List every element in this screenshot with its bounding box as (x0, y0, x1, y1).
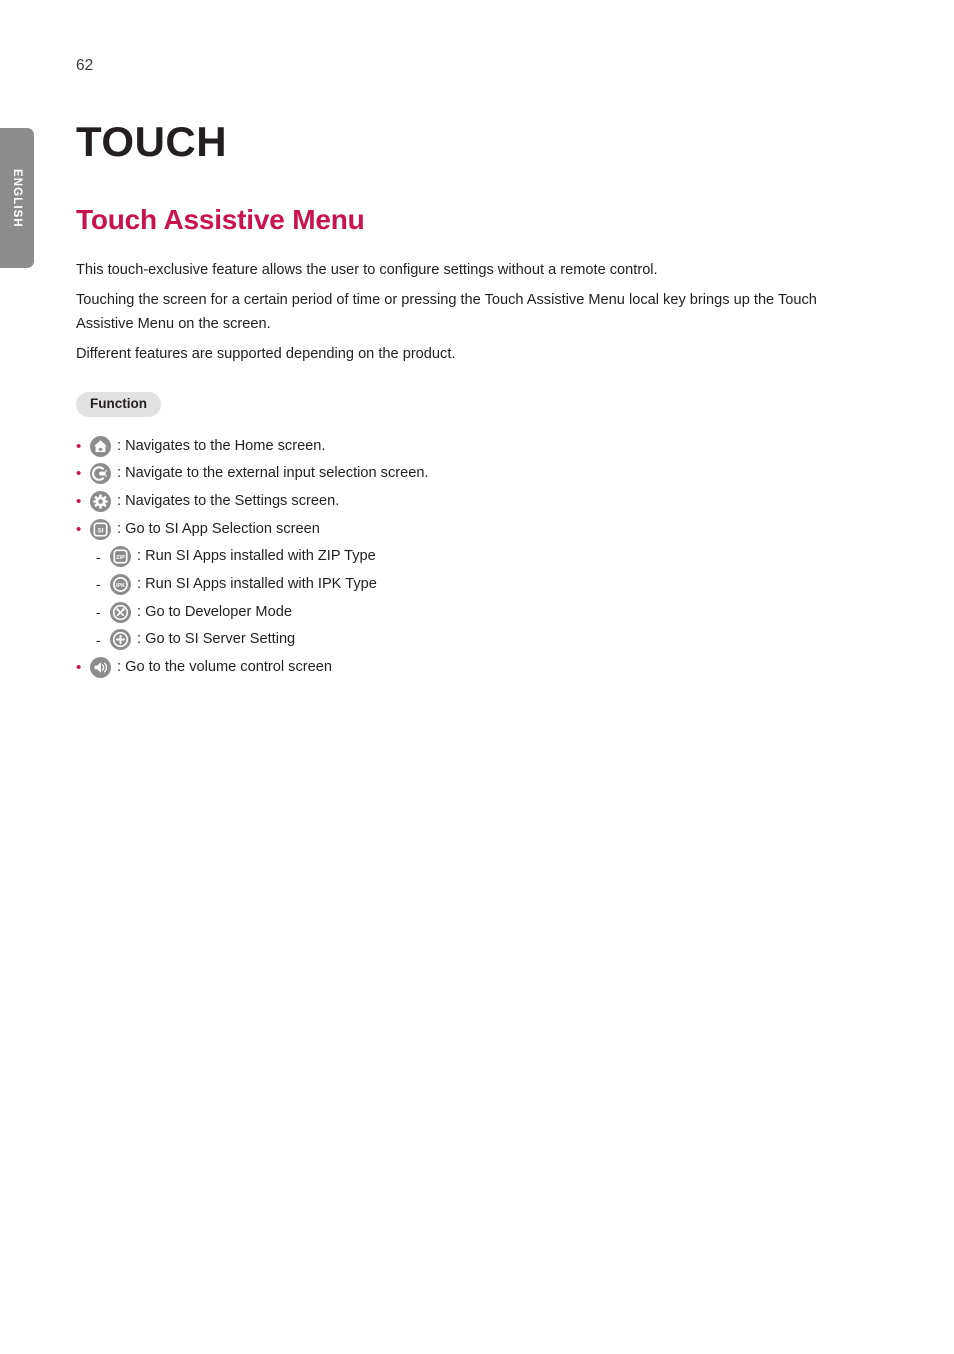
page-number: 62 (76, 57, 94, 74)
function-badge: Function (76, 392, 161, 417)
si-badge-icon: SI (90, 518, 111, 540)
plus-icon (110, 629, 131, 651)
list-item: • : Navigate to the external input selec… (76, 463, 896, 485)
gear-icon (90, 490, 111, 512)
page-content: 62 TOUCH Touch Assistive Menu This touch… (76, 0, 896, 685)
input-plug-icon (90, 463, 111, 485)
bullet-marker: • (76, 492, 82, 510)
dash-marker: - (96, 604, 101, 621)
list-item: •: Navigates to the Settings screen. (76, 490, 896, 512)
language-tab: ENGLISH (0, 128, 34, 268)
bullet-marker: • (76, 658, 82, 676)
list-item-label: : Go to the volume control screen (117, 658, 332, 675)
section-title: Touch Assistive Menu (76, 203, 365, 235)
dash-marker: - (96, 548, 101, 565)
zip-badge-text: ZIP (116, 555, 125, 561)
chapter-title: TOUCH (76, 117, 228, 165)
list-item-label: : Go to Developer Mode (137, 603, 292, 620)
developer-tools-icon (110, 601, 131, 623)
list-item: - IPK : Run SI Apps installed with IPK T… (76, 573, 896, 595)
home-icon (90, 435, 111, 457)
list-item-label: : Navigates to the Home screen. (117, 437, 326, 454)
list-item: • : Navigates to the Home screen. (76, 435, 896, 457)
bullet-marker: • (76, 465, 82, 483)
list-item-label: : Go to SI App Selection screen (117, 520, 320, 537)
paragraph: Different features are supported dependi… (76, 346, 456, 363)
zip-badge-icon: ZIP (110, 546, 131, 568)
dash-marker: - (96, 576, 101, 593)
si-badge-text: SI (97, 527, 103, 534)
ipk-badge-text: IPK (116, 583, 125, 589)
list-item: - : Go to Developer Mode (76, 601, 896, 623)
bullet-marker: • (76, 520, 82, 538)
intro-paragraphs: This touch-exclusive feature allows the … (76, 259, 896, 368)
list-item: • SI : Go to SI App Selection screen (76, 518, 896, 540)
list-item-label: : Run SI Apps installed with IPK Type (137, 575, 377, 592)
ipk-badge-icon: IPK (110, 573, 131, 595)
bullet-marker: • (76, 437, 82, 455)
list-item: - ZIP : Run SI Apps installed with ZIP T… (76, 546, 896, 568)
function-badge-row: Function (76, 392, 896, 417)
paragraph: Touching the screen for a certain period… (76, 292, 817, 332)
list-item: • : Go to the volume control screen (76, 656, 896, 678)
list-item-label: : Navigates to the Settings screen. (117, 492, 340, 509)
language-tab-label: ENGLISH (11, 168, 23, 228)
dash-marker: - (96, 631, 101, 648)
function-list: • : Navigates to the Home screen. •: Na… (76, 435, 896, 678)
speaker-volume-icon (90, 656, 111, 678)
list-item: - : Go to SI Server Setting (76, 629, 896, 651)
list-item-label: : Go to SI Server Setting (137, 631, 296, 648)
paragraph: This touch-exclusive feature allows the … (76, 261, 658, 278)
list-item-label: : Navigate to the external input selecti… (117, 465, 429, 482)
list-item-label: : Run SI Apps installed with ZIP Type (137, 548, 376, 565)
